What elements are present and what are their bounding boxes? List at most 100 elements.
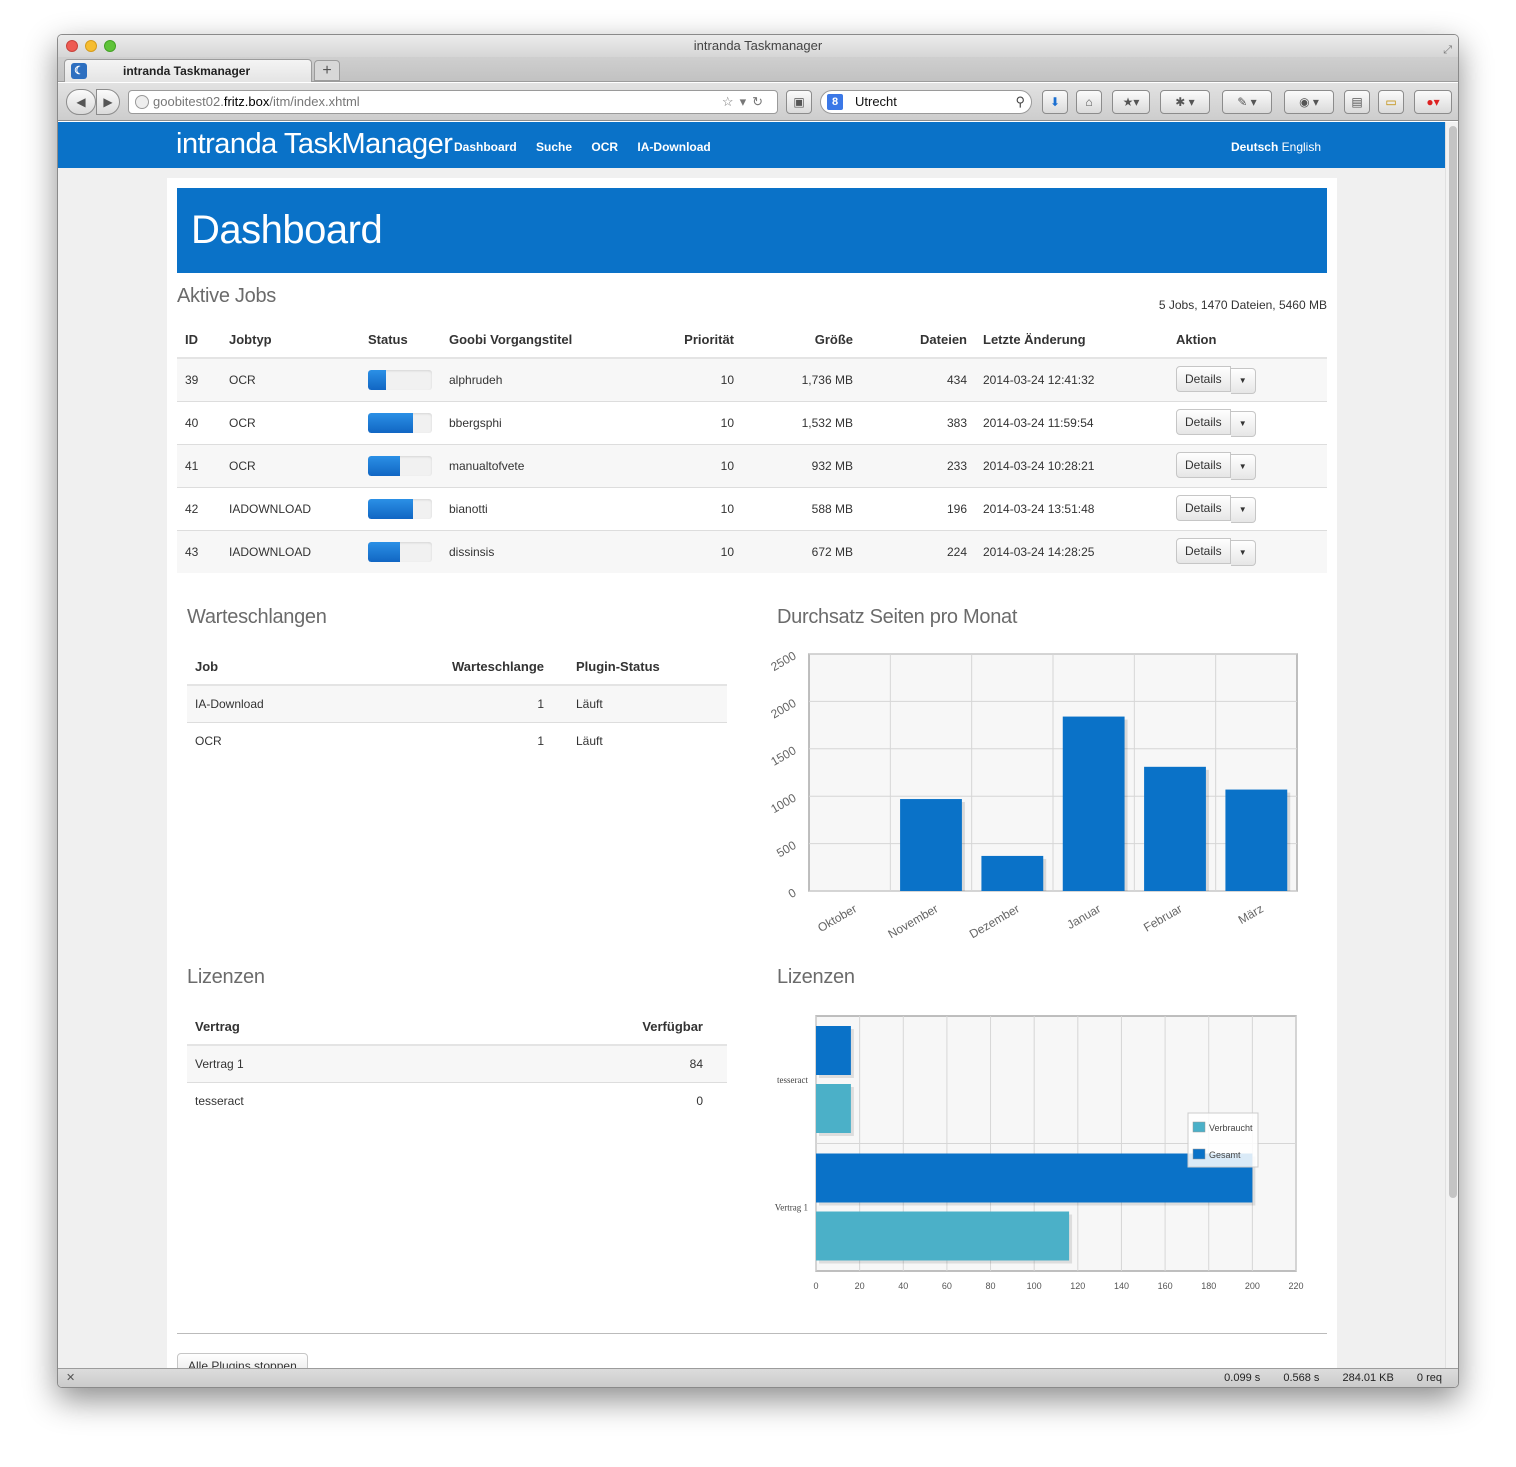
lang-english[interactable]: English [1282, 140, 1321, 154]
job-id: 41 [185, 458, 199, 473]
bookmark-star-icon[interactable]: ☆▾↻ [722, 91, 769, 113]
legend-swatch [1192, 1148, 1206, 1160]
job-id: 43 [185, 544, 199, 559]
close-statusbar-icon[interactable]: ✕ [66, 1369, 75, 1387]
addon-icon[interactable]: ✱ ▾ [1160, 90, 1210, 114]
job-action: Details ▼ [1168, 444, 1327, 487]
search-query: Utrecht [855, 94, 897, 109]
details-button[interactable]: Details [1176, 494, 1231, 521]
window-title: intranda Taskmanager [693, 38, 823, 53]
forward-button[interactable]: ▶ [96, 89, 120, 115]
job-changed: 2014-03-24 11:59:54 [983, 415, 1094, 430]
scrollbar[interactable] [1445, 122, 1458, 1368]
home-icon[interactable]: ⌂ [1076, 90, 1102, 114]
tab-bar: ☾ intranda Taskmanager + [58, 57, 1458, 82]
col-status: Status [368, 331, 408, 347]
x-tick-label: 220 [1288, 1281, 1303, 1291]
scrollbar-thumb[interactable] [1449, 126, 1457, 1198]
col-priority: Priorität [684, 331, 734, 347]
queue-status: Läuft [576, 733, 603, 748]
browser-tab[interactable]: ☾ intranda Taskmanager [64, 59, 312, 82]
progress-bar [368, 498, 432, 519]
menu-item-dashboard[interactable]: Dashboard [454, 140, 517, 154]
search-icon[interactable]: ⚲ [1015, 91, 1025, 113]
details-button[interactable]: Details [1176, 537, 1231, 564]
job-size: 672 MB [811, 544, 853, 559]
job-priority: 10 [720, 544, 734, 559]
stat-requests: 0 req [1416, 1372, 1442, 1384]
progress-fill [368, 498, 413, 519]
screenshot-icon[interactable]: ▤ [1344, 90, 1370, 114]
col-id: ID [185, 331, 198, 347]
adblock-icon[interactable]: ●▾ [1414, 90, 1452, 114]
table-row: IA-Download 1 Läuft [187, 685, 727, 722]
table-row: 42 IADOWNLOAD bianotti 10 588 MB 196 2014-03-2… [177, 487, 1327, 530]
job-status [360, 487, 441, 530]
job-status [360, 530, 441, 573]
details-button[interactable]: Details [1176, 365, 1231, 392]
y-tick-label: 1500 [768, 743, 798, 769]
details-dropdown-icon[interactable]: ▼ [1230, 367, 1256, 394]
tools-icon[interactable]: ✎ ▾ [1222, 90, 1272, 114]
bookmark-menu-icon[interactable]: ★▾ [1112, 90, 1150, 114]
google-icon[interactable]: 8 [827, 94, 843, 110]
menu-item-suche[interactable]: Suche [536, 140, 572, 154]
status-bar: ✕ 0.099 s 0.568 s 284.01 KB 0 req [58, 1368, 1458, 1387]
minimize-window-icon[interactable] [85, 40, 97, 52]
close-window-icon[interactable] [66, 40, 78, 52]
job-title: dissinsis [449, 544, 495, 559]
details-dropdown-icon[interactable]: ▼ [1230, 539, 1256, 566]
zoom-window-icon[interactable] [104, 40, 116, 52]
download-icon[interactable]: ⬇ [1042, 90, 1068, 114]
details-button[interactable]: Details [1176, 451, 1231, 478]
job-id: 39 [185, 372, 199, 387]
menu-item-ia-download[interactable]: IA-Download [637, 140, 710, 154]
bar [1062, 716, 1125, 891]
page-header: Dashboard [177, 188, 1327, 273]
licenses-title: Lizenzen [187, 966, 265, 988]
details-button-group: Details ▼ [1176, 408, 1256, 437]
details-button-group: Details ▼ [1176, 537, 1256, 566]
job-type: OCR [229, 415, 256, 430]
x-tick-label: Februar [1141, 901, 1184, 934]
details-dropdown-icon[interactable]: ▼ [1230, 453, 1256, 480]
divider [177, 1333, 1327, 1334]
menu-item-ocr[interactable]: OCR [591, 140, 618, 154]
ruler-icon[interactable]: ▭ [1378, 90, 1404, 114]
lang-deutsch[interactable]: Deutsch [1231, 140, 1278, 154]
favicon-icon: ☾ [71, 63, 87, 79]
bookmarks-icon[interactable]: ▣ [786, 90, 812, 114]
details-dropdown-icon[interactable]: ▼ [1230, 410, 1256, 437]
stop-plugins-button[interactable]: Alle Plugins stoppen [177, 1353, 308, 1368]
table-row: 43 IADOWNLOAD dissinsis 10 672 MB 224 2014-03-… [177, 530, 1327, 573]
job-type: OCR [229, 458, 256, 473]
globe-icon [135, 95, 149, 109]
queue-count: 1 [537, 733, 544, 748]
details-dropdown-icon[interactable]: ▼ [1230, 496, 1256, 523]
x-tick-label: 80 [986, 1281, 996, 1291]
url-bar[interactable]: goobitest02.fritz.box/itm/index.xhtml ☆▾… [128, 90, 778, 114]
brand-logo[interactable]: intranda TaskManager [176, 128, 453, 161]
back-button[interactable]: ◀ [66, 89, 96, 115]
job-title: alphrudeh [449, 372, 503, 387]
new-tab-button[interactable]: + [314, 60, 340, 81]
details-button[interactable]: Details [1176, 408, 1231, 435]
queue-job: IA-Download [195, 696, 264, 711]
y-tick-label: tesseract [777, 1075, 808, 1085]
col-changed: Letzte Änderung [983, 331, 1086, 347]
progress-fill [368, 455, 400, 476]
extension-icon[interactable]: ◉ ▾ [1284, 90, 1334, 114]
col-size: Größe [814, 331, 853, 347]
job-changed: 2014-03-24 12:41:32 [983, 372, 1095, 387]
tab-title: intranda Taskmanager [123, 64, 251, 78]
table-row: Vertrag 1 84 [187, 1045, 727, 1082]
search-field[interactable]: 8 Utrecht ⚲ [820, 90, 1032, 114]
col-action: Aktion [1176, 331, 1217, 347]
licenses-table: Vertrag Verfügbar Vertrag 1 84 tesseract… [187, 1008, 727, 1119]
job-action: Details ▼ [1168, 358, 1327, 401]
job-files: 383 [946, 415, 967, 430]
y-tick-label: 500 [774, 838, 799, 860]
job-title: bianotti [449, 501, 488, 516]
queue-status: Läuft [576, 696, 603, 711]
job-title: bbergsphi [449, 415, 502, 430]
